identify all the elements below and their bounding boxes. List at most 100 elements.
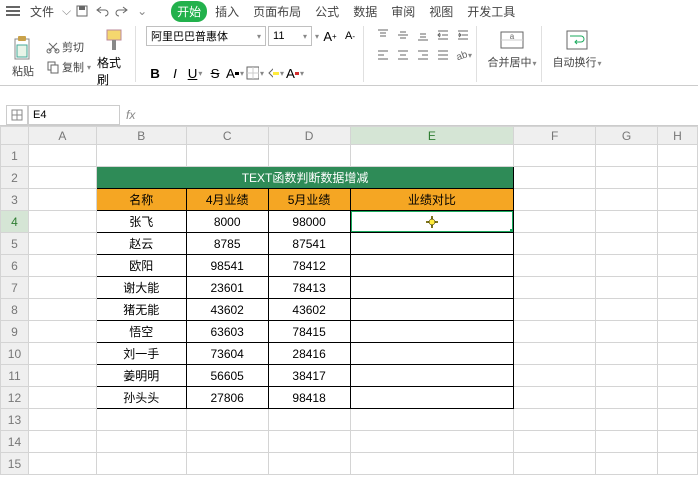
table-cell[interactable]: 孙头头 xyxy=(96,387,186,409)
table-header[interactable]: 业绩对比 xyxy=(350,189,514,211)
cell[interactable] xyxy=(658,453,698,475)
cell[interactable] xyxy=(28,233,96,255)
cell[interactable] xyxy=(514,321,596,343)
table-cell[interactable]: 赵云 xyxy=(96,233,186,255)
cell[interactable] xyxy=(28,431,96,453)
align-center-button[interactable] xyxy=(394,46,412,64)
cell[interactable] xyxy=(514,211,596,233)
cell[interactable] xyxy=(514,365,596,387)
spreadsheet-grid[interactable]: A B C D E F G H 1 2 TEXT函数判断数据增减 3 名称 4月… xyxy=(0,126,698,475)
table-cell[interactable]: 8000 xyxy=(186,211,268,233)
cell[interactable] xyxy=(596,453,658,475)
col-head-F[interactable]: F xyxy=(514,127,596,145)
helper-button[interactable] xyxy=(6,105,28,125)
paste-button[interactable]: 粘贴 xyxy=(6,35,40,79)
merge-center-button[interactable]: a 合并居中▾ xyxy=(487,26,537,70)
cell[interactable] xyxy=(596,277,658,299)
table-cell[interactable]: 姜明明 xyxy=(96,365,186,387)
cell[interactable] xyxy=(350,431,514,453)
col-head-D[interactable]: D xyxy=(268,127,350,145)
cell[interactable] xyxy=(28,189,96,211)
cell[interactable] xyxy=(658,431,698,453)
table-cell[interactable] xyxy=(350,343,514,365)
table-title[interactable]: TEXT函数判断数据增减 xyxy=(96,167,513,189)
table-cell[interactable]: 73604 xyxy=(186,343,268,365)
table-cell[interactable]: 猪无能 xyxy=(96,299,186,321)
row-head-14[interactable]: 14 xyxy=(1,431,29,453)
quick-undo-icon[interactable] xyxy=(93,2,111,20)
cell[interactable] xyxy=(514,453,596,475)
row-head-7[interactable]: 7 xyxy=(1,277,29,299)
cell[interactable] xyxy=(96,145,186,167)
border-button[interactable]: ▾ xyxy=(246,64,264,82)
cell[interactable] xyxy=(658,321,698,343)
table-cell[interactable] xyxy=(350,255,514,277)
active-cell[interactable] xyxy=(350,211,514,233)
cell[interactable] xyxy=(28,145,96,167)
row-head-6[interactable]: 6 xyxy=(1,255,29,277)
row-head-8[interactable]: 8 xyxy=(1,299,29,321)
table-cell[interactable]: 78412 xyxy=(268,255,350,277)
row-head-9[interactable]: 9 xyxy=(1,321,29,343)
cell[interactable] xyxy=(350,453,514,475)
app-menu-icon[interactable] xyxy=(4,2,22,20)
table-cell[interactable]: 23601 xyxy=(186,277,268,299)
col-head-C[interactable]: C xyxy=(186,127,268,145)
cell[interactable] xyxy=(514,409,596,431)
table-cell[interactable]: 谢大能 xyxy=(96,277,186,299)
cell[interactable] xyxy=(596,189,658,211)
tab-formula[interactable]: 公式 xyxy=(309,1,345,22)
cell[interactable] xyxy=(186,409,268,431)
cell[interactable] xyxy=(658,409,698,431)
cell[interactable] xyxy=(96,453,186,475)
quick-more-icon[interactable]: ⌄ xyxy=(133,2,151,20)
cell[interactable] xyxy=(28,409,96,431)
table-cell[interactable]: 78413 xyxy=(268,277,350,299)
cell[interactable] xyxy=(658,365,698,387)
cell[interactable] xyxy=(514,189,596,211)
cell[interactable] xyxy=(596,387,658,409)
font-name-select[interactable]: 阿里巴巴普惠体▾ xyxy=(146,26,266,46)
cut-button[interactable]: 剪切 xyxy=(44,38,93,56)
cell[interactable] xyxy=(596,145,658,167)
indent-right-button[interactable] xyxy=(454,26,472,44)
col-head-B[interactable]: B xyxy=(96,127,186,145)
table-cell[interactable] xyxy=(350,365,514,387)
table-cell[interactable] xyxy=(350,233,514,255)
cell[interactable] xyxy=(514,387,596,409)
cell[interactable] xyxy=(514,431,596,453)
cell[interactable] xyxy=(658,277,698,299)
cell[interactable] xyxy=(596,321,658,343)
cell[interactable] xyxy=(268,145,350,167)
table-cell[interactable]: 98418 xyxy=(268,387,350,409)
align-bottom-button[interactable] xyxy=(414,26,432,44)
table-cell[interactable]: 98541 xyxy=(186,255,268,277)
cell[interactable] xyxy=(268,409,350,431)
table-cell[interactable]: 悟空 xyxy=(96,321,186,343)
row-head-15[interactable]: 15 xyxy=(1,453,29,475)
col-head-G[interactable]: G xyxy=(596,127,658,145)
col-head-E[interactable]: E xyxy=(350,127,514,145)
cell[interactable] xyxy=(28,387,96,409)
cell[interactable] xyxy=(28,453,96,475)
font-color-button[interactable]: A▾ xyxy=(226,64,244,82)
align-right-button[interactable] xyxy=(414,46,432,64)
cell[interactable] xyxy=(28,277,96,299)
cell[interactable] xyxy=(658,343,698,365)
wrap-text-button[interactable]: 自动换行▾ xyxy=(552,26,602,70)
table-cell[interactable] xyxy=(350,277,514,299)
font-color2-button[interactable]: A▾ xyxy=(286,64,304,82)
cell[interactable] xyxy=(350,409,514,431)
table-cell[interactable]: 56605 xyxy=(186,365,268,387)
col-head-A[interactable]: A xyxy=(28,127,96,145)
cell[interactable] xyxy=(186,431,268,453)
col-head-H[interactable]: H xyxy=(658,127,698,145)
cell[interactable] xyxy=(514,145,596,167)
row-head-4[interactable]: 4 xyxy=(1,211,29,233)
copy-button[interactable]: 复制▾ xyxy=(44,58,93,76)
cell[interactable] xyxy=(658,387,698,409)
cell[interactable] xyxy=(186,145,268,167)
row-head-13[interactable]: 13 xyxy=(1,409,29,431)
tab-developer[interactable]: 开发工具 xyxy=(461,1,521,22)
row-head-1[interactable]: 1 xyxy=(1,145,29,167)
